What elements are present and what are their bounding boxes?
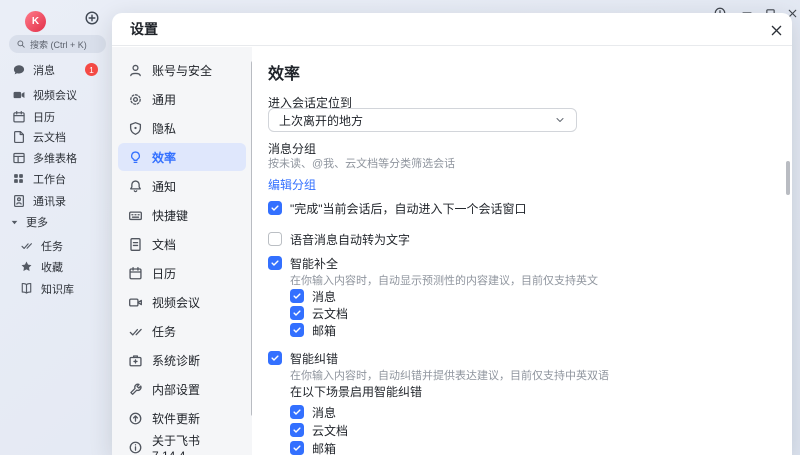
nav-tasks[interactable]: 任务 — [118, 317, 246, 345]
calendar-icon — [128, 266, 143, 281]
locate-select[interactable]: 上次离开的地方 — [268, 108, 577, 132]
unread-badge: 1 — [85, 63, 98, 76]
video-icon — [128, 295, 143, 310]
nav-shortcuts[interactable]: 快捷键 — [118, 201, 246, 229]
content-scrollbar[interactable] — [786, 161, 790, 195]
nav-about[interactable]: 关于飞书 7.14.4 — [118, 433, 246, 455]
privacy-shield-icon — [128, 121, 143, 136]
chat-icon — [12, 63, 26, 77]
sidebar-item-more[interactable]: 更多 — [0, 212, 112, 232]
close-dialog-button[interactable] — [764, 18, 788, 42]
wrench-icon — [128, 382, 143, 397]
update-arrow-icon — [128, 411, 143, 426]
person-icon — [128, 63, 143, 78]
settings-titlebar: 设置 — [112, 13, 792, 46]
checkbox-smart-correct-docs[interactable]: 云文档 — [290, 422, 348, 438]
search-icon — [16, 39, 26, 49]
doc-icon — [128, 237, 143, 252]
checkbox-smart-complete-docs[interactable]: 云文档 — [290, 305, 348, 321]
checkbox-icon — [290, 323, 304, 337]
bulb-icon — [128, 150, 143, 165]
chevron-down-icon — [554, 114, 566, 126]
checkbox-icon — [268, 201, 282, 215]
checkbox-icon — [268, 256, 282, 270]
keyboard-icon — [128, 208, 143, 223]
checkbox-smart-correct[interactable]: 智能纠错 — [268, 350, 338, 366]
checkbox-auto-next-conversation[interactable]: "完成"当前会话后，自动进入下一个会话窗口 — [268, 200, 527, 216]
bell-icon — [128, 179, 143, 194]
nav-account-security[interactable]: 账号与安全 — [118, 56, 246, 84]
nav-efficiency[interactable]: 效率 — [118, 143, 246, 171]
sidebar-item-favorites[interactable]: 收藏 — [0, 257, 112, 277]
plus-icon[interactable] — [84, 10, 100, 26]
checkbox-icon — [268, 351, 282, 365]
smart-complete-desc: 在你输入内容时，自动显示预测性的内容建议，目前仅支持英文 — [290, 272, 598, 288]
nav-internal-settings[interactable]: 内部设置 — [118, 375, 246, 403]
app-sidebar: K 搜索 (Ctrl + K) 消息 1 视频会议 日历 云文档 多维表格 — [0, 0, 112, 455]
checkbox-icon — [290, 306, 304, 320]
checkbox-icon — [290, 405, 304, 419]
sidebar-item-video-meetings[interactable]: 视频会议 — [0, 85, 112, 105]
efficiency-pane: 效率 进入会话定位到 上次离开的地方 消息分组 按未读、@我、云文档等分类筛选会… — [252, 47, 792, 455]
info-icon — [128, 440, 143, 455]
nav-notifications[interactable]: 通知 — [118, 172, 246, 200]
wiki-book-icon — [20, 282, 34, 296]
cloud-doc-icon — [12, 130, 26, 144]
medkit-icon — [128, 353, 143, 368]
nav-privacy[interactable]: 隐私 — [118, 114, 246, 142]
tasks-check-icon — [20, 239, 34, 253]
contacts-icon — [12, 194, 26, 208]
avatar[interactable]: K — [25, 11, 46, 32]
sidebar-item-base[interactable]: 多维表格 — [0, 148, 112, 168]
sidebar-item-workbench[interactable]: 工作台 — [0, 169, 112, 189]
smart-correct-scenes-label: 在以下场景启用智能纠错 — [290, 383, 422, 400]
smart-correct-desc: 在你输入内容时，自动纠错并提供表达建议，目前仅支持中英双语 — [290, 367, 609, 383]
chevron-down-icon — [10, 218, 19, 227]
checkbox-icon — [268, 232, 282, 246]
nav-system-diagnosis[interactable]: 系统诊断 — [118, 346, 246, 374]
settings-dialog: 设置 账号与安全 通用 隐私 效率 — [112, 13, 792, 455]
nav-calendar[interactable]: 日历 — [118, 259, 246, 287]
checkbox-smart-correct-messages[interactable]: 消息 — [290, 404, 336, 420]
checkbox-voice-to-text[interactable]: 语音消息自动转为文字 — [268, 231, 410, 247]
sidebar-item-tasks[interactable]: 任务 — [0, 236, 112, 256]
checkbox-icon — [290, 423, 304, 437]
star-icon — [20, 260, 34, 274]
settings-title: 设置 — [130, 19, 158, 39]
tasks-check-icon — [128, 324, 143, 339]
nav-software-update[interactable]: 软件更新 — [118, 404, 246, 432]
page-title: 效率 — [268, 60, 300, 84]
checkbox-icon — [290, 289, 304, 303]
checkbox-smart-complete-email[interactable]: 邮箱 — [290, 322, 336, 338]
workbench-icon — [12, 172, 26, 186]
gear-icon — [128, 92, 143, 107]
checkbox-icon — [290, 441, 304, 455]
base-table-icon — [12, 151, 26, 165]
sidebar-item-wiki[interactable]: 知识库 — [0, 279, 112, 299]
checkbox-smart-complete-messages[interactable]: 消息 — [290, 288, 336, 304]
locate-select-value: 上次离开的地方 — [279, 112, 363, 129]
grouping-desc: 按未读、@我、云文档等分类筛选会话 — [268, 155, 455, 171]
sidebar-item-contacts[interactable]: 通讯录 — [0, 191, 112, 211]
nav-general[interactable]: 通用 — [118, 85, 246, 113]
edit-groups-link[interactable]: 编辑分组 — [268, 176, 316, 193]
video-icon — [12, 88, 26, 102]
nav-video-meetings[interactable]: 视频会议 — [118, 288, 246, 316]
search-input[interactable]: 搜索 (Ctrl + K) — [9, 35, 106, 53]
sidebar-item-cloud-docs[interactable]: 云文档 — [0, 127, 112, 147]
checkbox-smart-complete[interactable]: 智能补全 — [268, 255, 338, 271]
sidebar-item-calendar[interactable]: 日历 — [0, 107, 112, 127]
nav-docs[interactable]: 文档 — [118, 230, 246, 258]
settings-nav: 账号与安全 通用 隐私 效率 通知 快捷键 — [112, 47, 252, 455]
search-placeholder: 搜索 (Ctrl + K) — [30, 38, 87, 51]
calendar-icon — [12, 110, 26, 124]
checkbox-smart-correct-email[interactable]: 邮箱 — [290, 440, 336, 455]
